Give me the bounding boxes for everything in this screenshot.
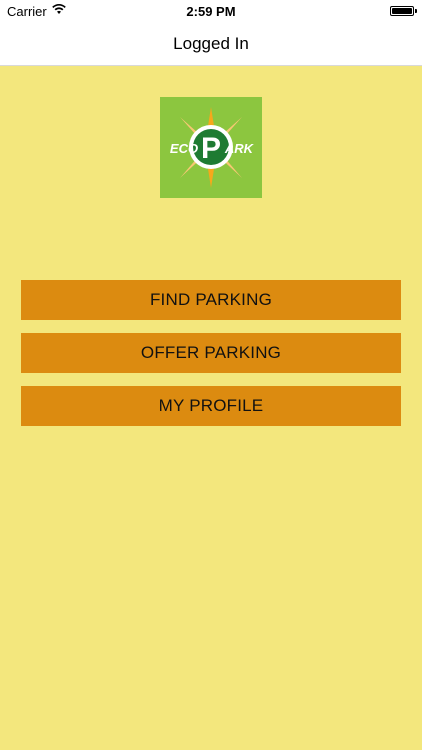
logo-text-right: ARK [224, 141, 255, 156]
page-title: Logged In [173, 34, 249, 53]
logo-text-mid: P [201, 132, 221, 165]
battery-tip [415, 9, 417, 13]
navigation-bar: Logged In [0, 22, 422, 66]
find-parking-button[interactable]: FIND PARKING [21, 280, 401, 320]
my-profile-button[interactable]: MY PROFILE [21, 386, 401, 426]
offer-parking-button[interactable]: OFFER PARKING [21, 333, 401, 373]
status-bar: Carrier 2:59 PM [0, 0, 422, 22]
battery-icon [390, 6, 414, 16]
logo-text-left: ECO [170, 141, 198, 156]
ecopark-logo: ECO P ARK [160, 97, 262, 198]
status-time: 2:59 PM [186, 4, 236, 19]
